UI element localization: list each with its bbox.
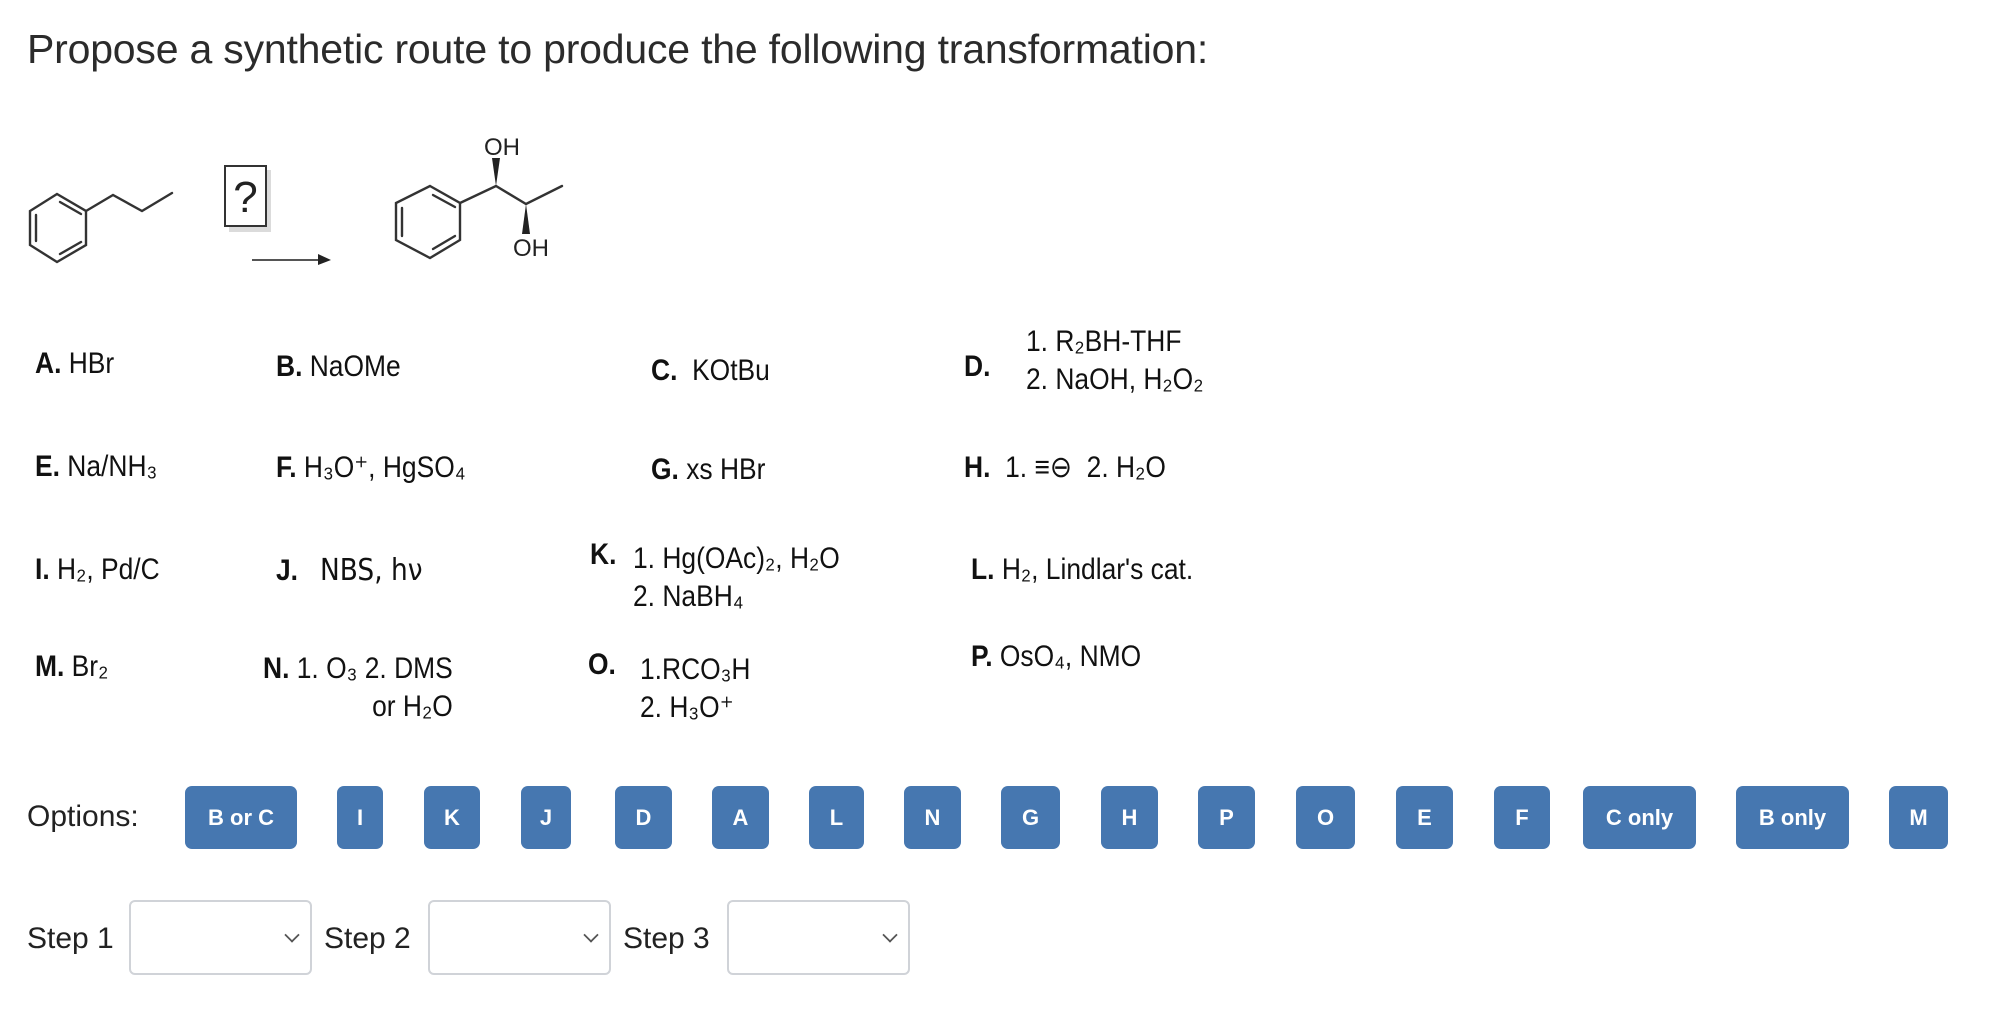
option-button-h[interactable]: H (1101, 786, 1158, 849)
step-2-label: Step 2 (324, 922, 411, 955)
reagent-P: P. OsO₄, NMO (971, 640, 1142, 673)
benzene-ring (28, 192, 88, 264)
reagent-O: O. (588, 648, 616, 681)
chevron-down-icon (284, 927, 300, 943)
reagent-K-lines: 1. Hg(OAc)₂, H₂O 2. NaBH₄ (633, 542, 840, 613)
reagent-N: N. 1. O₃ 2. DMS or H₂O (263, 652, 453, 723)
reaction-scheme: ? OH OH (28, 134, 564, 265)
option-button-e[interactable]: E (1396, 786, 1453, 849)
option-button-b-or-c[interactable]: B or C (185, 786, 297, 849)
option-button-d[interactable]: D (615, 786, 672, 849)
step-1-select[interactable] (129, 900, 312, 975)
unknown-reagent-box: ? (224, 165, 271, 232)
option-button-n[interactable]: N (904, 786, 961, 849)
step-2-select[interactable] (428, 900, 611, 975)
option-button-l[interactable]: L (809, 786, 864, 849)
reagent-F: F. H₃O⁺, HgSO₄ (276, 451, 466, 484)
question-mark: ? (233, 173, 257, 222)
starting-material (28, 191, 174, 264)
reagent-L: L. H₂, Lindlar's cat. (971, 553, 1194, 586)
chevron-down-icon (882, 927, 898, 943)
reagent-H: H. 1. ≡⊖ 2. H₂O (964, 451, 1166, 484)
option-button-k[interactable]: K (424, 786, 480, 849)
reagent-J: J. NBS, hν (276, 553, 423, 588)
question-title: Propose a synthetic route to produce the… (27, 26, 1209, 72)
benzene-ring (394, 184, 462, 260)
option-button-i[interactable]: I (337, 786, 383, 849)
option-button-o[interactable]: O (1296, 786, 1355, 849)
chevron-down-icon (583, 927, 599, 943)
oh-label-bottom: OH (513, 235, 549, 262)
reagent-G: G. xs HBr (651, 453, 766, 486)
reagent-A: A. HBr (35, 347, 115, 380)
option-button-p[interactable]: P (1198, 786, 1255, 849)
reagent-I: I. H₂, Pd/C (35, 553, 160, 586)
wedge-bond-bottom (522, 204, 530, 234)
option-button-c-only[interactable]: C only (1583, 786, 1696, 849)
options-label: Options: (27, 800, 139, 833)
reagent-K: K. (590, 538, 617, 571)
step-3-select[interactable] (727, 900, 910, 975)
step-3-label: Step 3 (623, 922, 710, 955)
reagent-M: M. Br₂ (35, 650, 109, 683)
oh-label-top: OH (484, 134, 520, 161)
reagent-C: C. KOtBu (651, 354, 770, 387)
option-button-b-only[interactable]: B only (1736, 786, 1849, 849)
acetylide-icon: ≡⊖ (1034, 451, 1072, 484)
wedge-bond-top (492, 158, 500, 186)
reagent-B: B. NaOMe (276, 350, 401, 383)
step-1-label: Step 1 (27, 922, 114, 955)
option-button-g[interactable]: G (1001, 786, 1060, 849)
option-button-m[interactable]: M (1889, 786, 1948, 849)
propyl-chain (84, 191, 174, 213)
reagent-E: E. Na/NH₃ (35, 450, 158, 483)
reaction-arrow (252, 254, 331, 265)
option-button-j[interactable]: J (521, 786, 571, 849)
reagent-O-lines: 1.RCO₃H 2. H₃O⁺ (640, 653, 751, 724)
reagent-D-lines: 1. R₂BH-THF 2. NaOH, H₂O₂ (1026, 325, 1204, 396)
option-button-a[interactable]: A (712, 786, 769, 849)
option-button-f[interactable]: F (1494, 786, 1550, 849)
reagent-D: D. (964, 350, 991, 383)
